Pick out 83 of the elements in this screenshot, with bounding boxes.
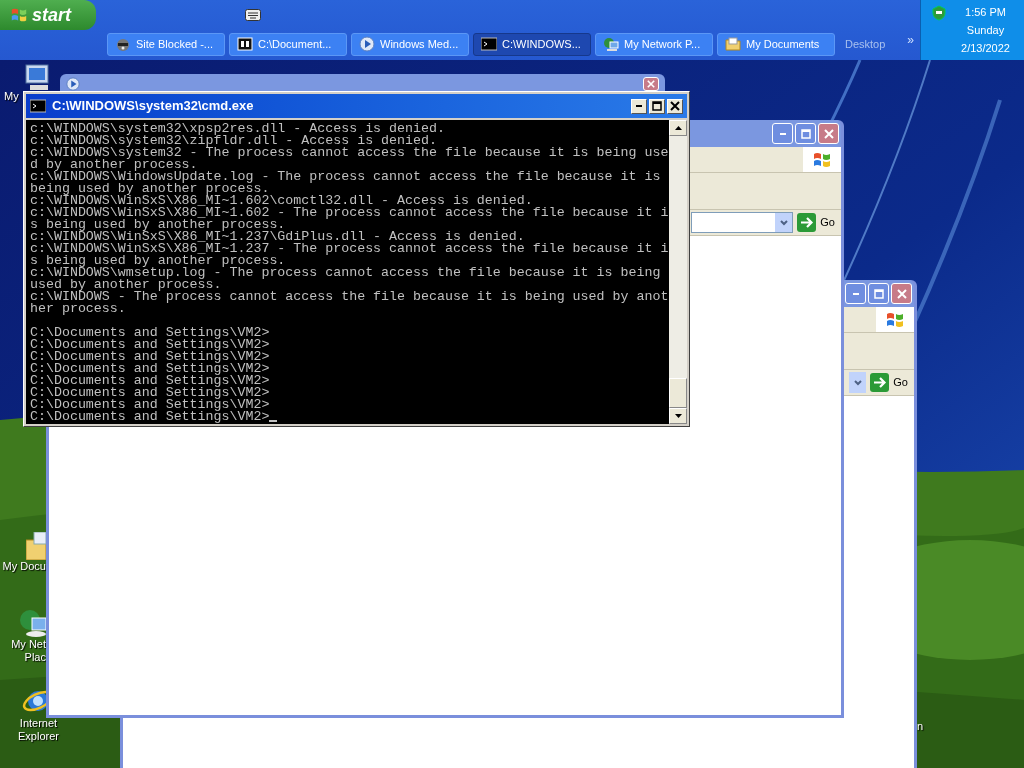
console-line: d by another process.: [30, 159, 198, 171]
address-field[interactable]: [691, 212, 794, 233]
console-prompt: C:\Documents and Settings\VM2>: [30, 351, 270, 363]
console-line: c:\WINDOWS\system32\zipfldr.dll - Access is denied.: [30, 135, 437, 147]
chevron-down-icon: [779, 219, 788, 226]
console-icon: [481, 36, 497, 52]
console-prompt: C:\Documents and Settings\VM2>: [30, 411, 270, 423]
clock-time[interactable]: 1:56 PM: [965, 3, 1006, 21]
maximize-icon: [873, 288, 884, 299]
go-button[interactable]: Go: [797, 213, 835, 232]
desktop-icon-label[interactable]: Explorer: [18, 730, 59, 743]
window-title: C:\WINDOWS\system32\cmd.exe: [52, 97, 255, 116]
chevron-down-icon: [853, 379, 862, 386]
console-line: c:\WINDOWS\WinSxS\X86_MI~1.602\comctl32.dll - Access is denied.: [30, 195, 533, 207]
console-line: c:\WINDOWS\system32\xpsp2res.dll - Access is denied.: [30, 123, 445, 135]
maximize-icon: [800, 128, 811, 139]
desktop-icon-label[interactable]: n: [917, 720, 924, 733]
console-prompt: C:\Documents and Settings\VM2>: [30, 327, 270, 339]
taskbar-button[interactable]: C:\Document...: [229, 32, 347, 56]
start-button[interactable]: start: [0, 0, 96, 30]
security-shield-icon[interactable]: [931, 5, 947, 21]
minimize-button[interactable]: [631, 98, 647, 114]
console-prompt: C:\Documents and Settings\VM2>: [30, 375, 270, 387]
media-player-icon: [359, 36, 375, 52]
archive-icon: [237, 36, 253, 52]
scroll-down-button[interactable]: [669, 408, 687, 424]
minimize-icon: [852, 292, 859, 295]
dropdown-button[interactable]: [775, 213, 793, 232]
maximize-button[interactable]: [649, 98, 665, 114]
more-chevron[interactable]: »: [907, 31, 915, 49]
arrow-right-icon: [870, 373, 890, 392]
console-prompt: C:\Documents and Settings\VM2>: [30, 363, 270, 375]
network-icon: [603, 36, 619, 52]
desktop-icon-label[interactable]: Internet: [19, 717, 58, 730]
folder-icon: [725, 36, 741, 52]
taskbar-button[interactable]: C:\WINDOWS...: [473, 32, 591, 56]
taskbar-button[interactable]: My Network P...: [595, 32, 713, 56]
console-line: c:\WINDOWS\wmsetup.log - The process cannot access the file because it is being: [30, 267, 661, 279]
taskbar-button[interactable]: Site Blocked -...: [107, 32, 225, 56]
arrow-down-icon: [674, 414, 682, 418]
close-icon: [647, 80, 655, 88]
console-line: c:\WINDOWS\WinSxS\X86_MI~1.602 - The process cannot access the file because it i: [30, 207, 669, 219]
desktop-icon-label[interactable]: My Net: [11, 638, 46, 651]
console-line: c:\WINDOWS\WindowsUpdate.log - The process cannot access the file because it is: [30, 171, 661, 183]
desktop-toolbar-label[interactable]: Desktop: [845, 35, 886, 53]
close-icon: [823, 128, 834, 139]
folder-icon: [26, 532, 46, 560]
console-line: s being used by another process.: [30, 255, 286, 267]
taskbar-button[interactable]: My Documents: [717, 32, 835, 56]
desktop-icon-label[interactable]: Plac: [24, 651, 46, 664]
clock-date: 2/13/2022: [961, 41, 1010, 56]
dropdown-button[interactable]: [849, 372, 867, 393]
desktop-icon-label[interactable]: My Docu: [2, 560, 46, 573]
console-line: c:\WINDOWS\WinSxS\X86_MI~1.237\GdiPlus.dll - Access is denied.: [30, 231, 525, 243]
scroll-thumb[interactable]: [669, 378, 687, 408]
console-prompt: C:\Documents and Settings\VM2>: [30, 399, 270, 411]
close-icon: [896, 288, 907, 299]
windows-logo-icon: [10, 6, 28, 24]
arrow-right-icon: [797, 213, 817, 232]
arrow-up-icon: [674, 126, 682, 130]
maximize-icon: [652, 101, 662, 111]
taskbar-button[interactable]: Windows Med...: [351, 32, 469, 56]
console-line: s being used by another process.: [30, 219, 286, 231]
console-line: c:\WINDOWS\WinSxS\X86_MI~1.237 - The process cannot access the file because it i: [30, 243, 669, 255]
clock-day: Sunday: [966, 21, 1005, 39]
minimize-icon: [636, 105, 642, 107]
console-line: being used by another process.: [30, 183, 270, 195]
console-line: her process.: [30, 303, 126, 315]
console-line: used by another process.: [30, 279, 222, 291]
text-cursor: [269, 420, 278, 422]
console-prompt: C:\Documents and Settings\VM2>: [30, 339, 270, 351]
console-line: c:\WINDOWS\system32 - The process cannot access the file because it is being use: [30, 147, 669, 159]
minimize-icon: [779, 132, 786, 135]
close-button[interactable]: [667, 98, 683, 114]
close-icon: [670, 101, 680, 111]
media-player-icon: [66, 77, 80, 91]
go-button[interactable]: Go: [870, 373, 908, 392]
console-icon: [30, 98, 46, 114]
console-line: c:\WINDOWS - The process cannot access the file because it is being used by anot: [30, 291, 669, 303]
keyboard-icon[interactable]: [245, 9, 261, 21]
desktop-icon-label[interactable]: My: [4, 90, 19, 103]
scroll-up-button[interactable]: [669, 120, 687, 136]
console-prompt: C:\Documents and Settings\VM2>: [30, 387, 270, 399]
